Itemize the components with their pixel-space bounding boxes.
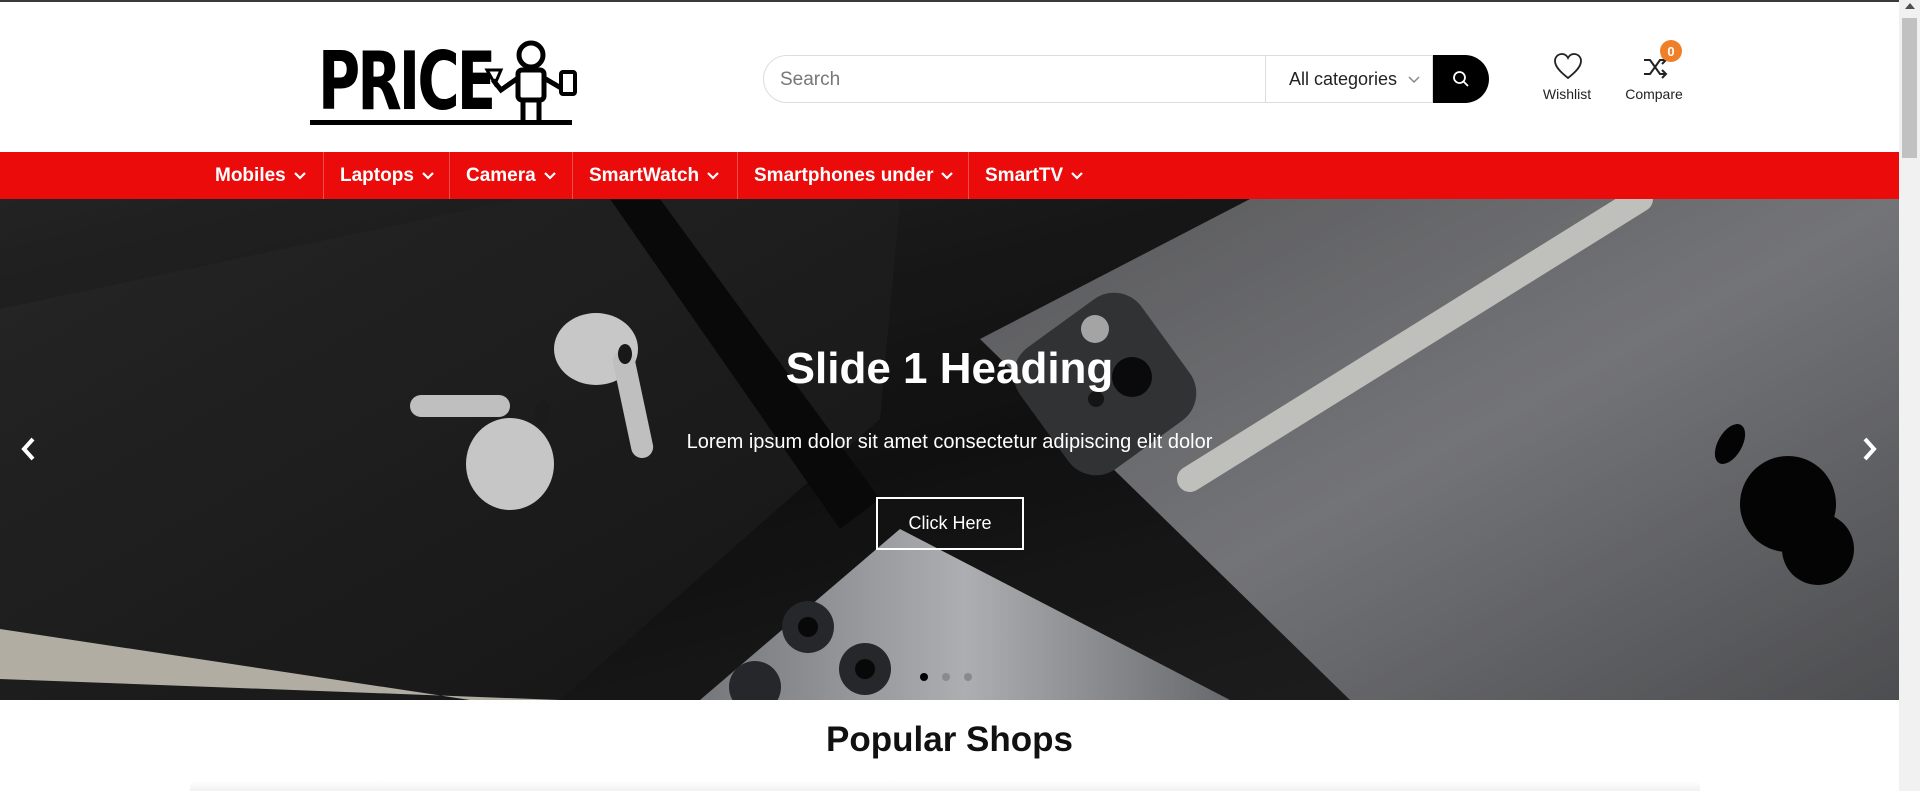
nav-item-label: SmartWatch <box>589 164 700 186</box>
nav-item-smarttv[interactable]: SmartTV <box>985 152 1083 199</box>
search-button[interactable] <box>1433 55 1489 103</box>
nav-divider <box>323 152 324 199</box>
logo-underline <box>310 120 572 125</box>
chevron-down-icon <box>1071 171 1083 180</box>
page-scrollbar[interactable] <box>1899 0 1920 791</box>
nav-divider <box>572 152 573 199</box>
scroll-thumb[interactable] <box>1902 18 1917 158</box>
chevron-down-icon <box>707 171 719 180</box>
nav-item-label: Laptops <box>340 164 414 186</box>
nav-item-label: SmartTV <box>985 164 1064 186</box>
compare-count-badge: 0 <box>1660 40 1682 62</box>
compare-link[interactable]: 0 Compare <box>1614 40 1694 106</box>
popular-shops-container-edge <box>190 781 1700 791</box>
site-logo[interactable]: PRICE <box>306 36 582 128</box>
logo-figure-icon <box>484 40 577 124</box>
heart-icon <box>1554 53 1582 80</box>
nav-item-label: Camera <box>466 164 536 186</box>
nav-item-laptops[interactable]: Laptops <box>340 152 434 199</box>
main-nav: Mobiles Laptops Camera SmartWatch Smartp… <box>0 152 1899 199</box>
site-header: PRICE All categories <box>0 2 1899 152</box>
nav-item-mobiles[interactable]: Mobiles <box>215 152 306 199</box>
slide-dot-1[interactable] <box>920 673 928 681</box>
slide-dot-3[interactable] <box>964 673 972 681</box>
scroll-up-arrow-icon[interactable] <box>1905 3 1915 9</box>
nav-item-smartwatch[interactable]: SmartWatch <box>589 152 719 199</box>
hero-slider: Slide 1 Heading Lorem ipsum dolor sit am… <box>0 199 1899 700</box>
nav-item-smartphones-under[interactable]: Smartphones under <box>754 152 954 199</box>
nav-divider <box>737 152 738 199</box>
category-select[interactable]: All categories <box>1266 56 1434 102</box>
chevron-down-icon <box>941 171 954 180</box>
chevron-down-icon <box>422 171 434 180</box>
nav-item-camera[interactable]: Camera <box>466 152 556 199</box>
nav-item-label: Mobiles <box>215 164 286 186</box>
search-input[interactable] <box>780 68 1260 92</box>
slider-pagination <box>920 673 980 683</box>
chevron-down-icon <box>543 171 556 180</box>
chevron-down-icon <box>293 171 306 180</box>
search-field-container: All categories <box>763 55 1433 103</box>
hero-cta-button[interactable]: Click Here <box>876 497 1024 550</box>
nav-divider <box>968 152 969 199</box>
chevron-down-icon <box>1408 76 1420 84</box>
popular-shops-title: Popular Shops <box>826 720 1073 759</box>
nav-divider <box>449 152 450 199</box>
hero-subheading: Lorem ipsum dolor sit amet consectetur a… <box>686 431 1213 453</box>
slide-dot-2[interactable] <box>942 673 950 681</box>
category-select-value: All categories <box>1289 68 1398 89</box>
chevron-right-icon[interactable] <box>1858 431 1882 467</box>
wishlist-link[interactable]: Wishlist <box>1527 52 1607 106</box>
hero-heading: Slide 1 Heading <box>785 344 1114 393</box>
search-icon <box>1453 71 1469 87</box>
chevron-left-icon[interactable] <box>16 431 40 467</box>
compare-label: Compare <box>1625 86 1683 102</box>
search-bar: All categories <box>763 55 1489 103</box>
logo-wordmark: PRICE <box>318 35 496 128</box>
nav-item-label: Smartphones under <box>754 164 934 186</box>
wishlist-label: Wishlist <box>1542 86 1592 102</box>
